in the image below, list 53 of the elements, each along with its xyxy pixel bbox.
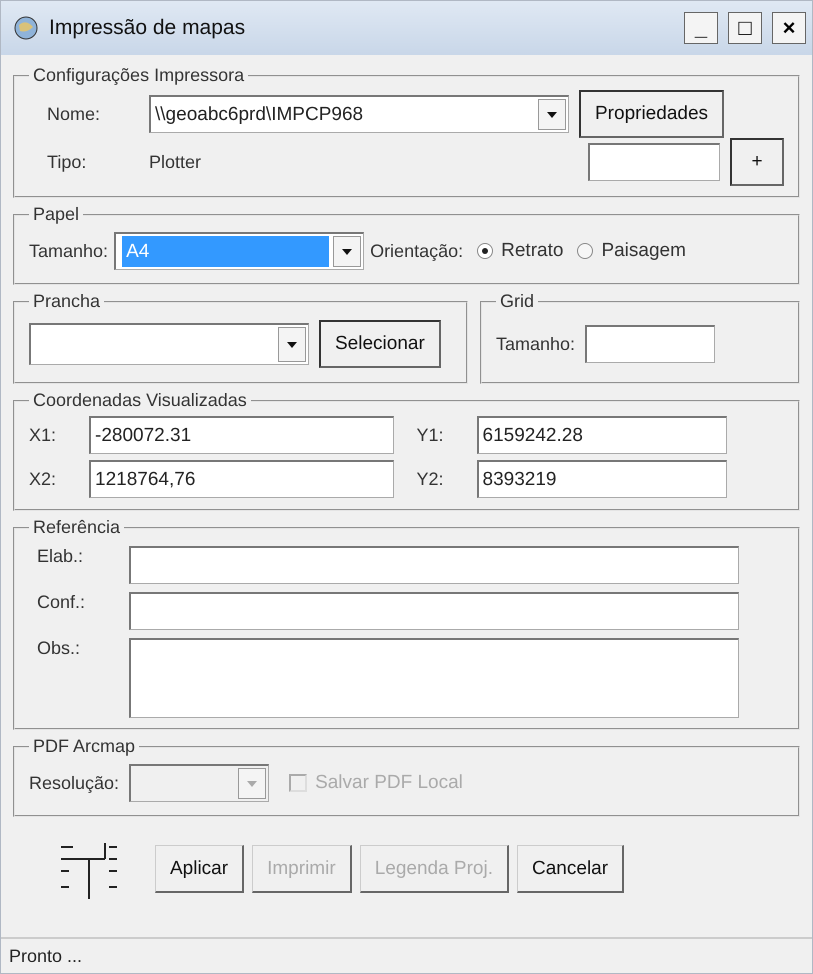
- group-legend: Prancha: [29, 291, 104, 312]
- input-field[interactable]: [588, 143, 720, 181]
- coordinate-field[interactable]: -280072.31: [89, 416, 394, 454]
- radio-label: Paisagem: [601, 240, 686, 262]
- group-legend: Configurações Impressora: [29, 65, 248, 86]
- field-label: X2:: [29, 468, 58, 490]
- field-label: Obs.:: [37, 638, 80, 658]
- group-legend: Coordenadas Visualizadas: [29, 390, 251, 411]
- select-button[interactable]: Selecionar: [319, 320, 441, 368]
- status-bar: Pronto ...: [1, 937, 812, 973]
- field-label: Tamanho:: [496, 334, 576, 354]
- field-label: Tamanho:: [29, 240, 108, 262]
- radio-button[interactable]: [577, 243, 594, 259]
- input-field[interactable]: [129, 592, 739, 630]
- input-field[interactable]: [129, 546, 739, 584]
- notes-field[interactable]: [129, 638, 739, 718]
- coordinate-field[interactable]: 1218764,76: [89, 460, 394, 498]
- field-label: Tipo:: [47, 152, 86, 172]
- radio-button[interactable]: [477, 243, 494, 259]
- caret-icon: [342, 248, 352, 254]
- window-title: Impressão de mapas: [49, 16, 246, 40]
- caret-icon: [547, 112, 557, 118]
- field-label: X1:: [29, 424, 58, 446]
- coordinate-field[interactable]: 6159242.28: [476, 416, 726, 454]
- group-legend: PDF Arcmap: [29, 736, 140, 757]
- plus-button[interactable]: +: [730, 138, 784, 186]
- window-control[interactable]: □: [728, 12, 762, 44]
- field-label: Y2:: [416, 468, 445, 490]
- field-label: Elab.:: [37, 546, 84, 566]
- properties-button[interactable]: Propriedades: [579, 90, 724, 138]
- field-label: Conf.:: [37, 592, 86, 612]
- group-legend: Papel: [29, 204, 84, 225]
- group-legend: Referência: [29, 517, 124, 538]
- globe-icon: [13, 15, 39, 41]
- coordinate-field[interactable]: 8393219: [476, 460, 726, 498]
- caret-icon: [287, 342, 297, 348]
- printer-type: Plotter: [149, 152, 202, 172]
- radio-label: Retrato: [501, 240, 564, 262]
- sheet-dropdown[interactable]: [29, 323, 309, 365]
- group-legend: Grid: [496, 291, 538, 312]
- field-label: Resolução:: [29, 772, 120, 794]
- grid-size-field[interactable]: [585, 325, 716, 363]
- field-label: Orientação:: [370, 240, 464, 262]
- caret-icon: [247, 780, 258, 786]
- printer-name-dropdown[interactable]: \\geoabc6prd\IMPCP968: [149, 95, 569, 133]
- window-control[interactable]: ×: [772, 12, 806, 44]
- window-control[interactable]: _: [684, 12, 718, 44]
- checkbox-label: Salvar PDF Local: [315, 772, 463, 794]
- dialog-button[interactable]: Cancelar: [517, 845, 624, 893]
- paper-size-value: A4: [122, 236, 330, 267]
- dialog-button[interactable]: Aplicar: [155, 845, 244, 893]
- field-label: Y1:: [416, 424, 445, 446]
- field-label: Nome:: [47, 104, 100, 124]
